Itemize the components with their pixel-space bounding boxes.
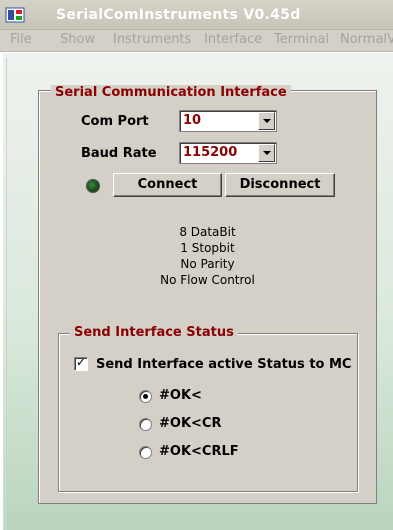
check-icon: ✓ [76,355,87,369]
info-parity: No Parity [180,257,235,271]
baud-rate-select[interactable]: 115200 [179,142,277,164]
info-databit: 8 DataBit [179,225,236,239]
baud-rate-dropdown-button[interactable] [258,144,275,162]
chevron-down-icon [263,151,271,155]
menu-file[interactable]: File [10,32,32,47]
title-bar[interactable]: SerialComInstruments V0.45d [0,0,393,30]
connection-status-led [86,179,100,193]
window-title: SerialComInstruments V0.45d [56,7,301,23]
baud-rate-value: 115200 [183,145,238,160]
com-port-dropdown-button[interactable] [258,112,275,130]
radio-ok-cr[interactable] [139,418,152,431]
radio-ok-crlf-label[interactable]: #OK<CRLF [159,444,239,459]
radio-selected-dot [143,394,148,399]
menu-bar: File Show Instruments Interface Terminal… [0,30,393,52]
radio-ok-label[interactable]: #OK< [159,388,202,403]
menu-normalview[interactable]: NormalV [340,32,393,47]
app-instrument-icon[interactable] [5,5,25,25]
serial-group-title: Serial Communication Interface [51,85,291,100]
chevron-down-icon [263,119,271,123]
com-port-value: 10 [183,113,202,128]
radio-ok-crlf[interactable] [139,446,152,459]
connect-button[interactable]: Connect [113,173,222,197]
baud-rate-label: Baud Rate [81,146,157,161]
menu-interface[interactable]: Interface [204,32,262,47]
menu-show[interactable]: Show [60,32,95,47]
com-port-label: Com Port [81,114,149,129]
status-group-title: Send Interface Status [70,325,238,340]
menu-instruments[interactable]: Instruments [113,32,191,47]
radio-ok[interactable] [139,390,152,403]
com-port-select[interactable]: 10 [179,110,277,132]
disconnect-button[interactable]: Disconnect [225,173,335,197]
info-flow-control: No Flow Control [160,273,255,287]
radio-ok-cr-label[interactable]: #OK<CR [159,416,221,431]
info-stopbit: 1 Stopbit [180,241,235,255]
send-status-checkbox[interactable]: ✓ [74,355,88,371]
menu-terminal[interactable]: Terminal [274,32,329,47]
send-status-label[interactable]: Send Interface active Status to MC [96,357,351,372]
